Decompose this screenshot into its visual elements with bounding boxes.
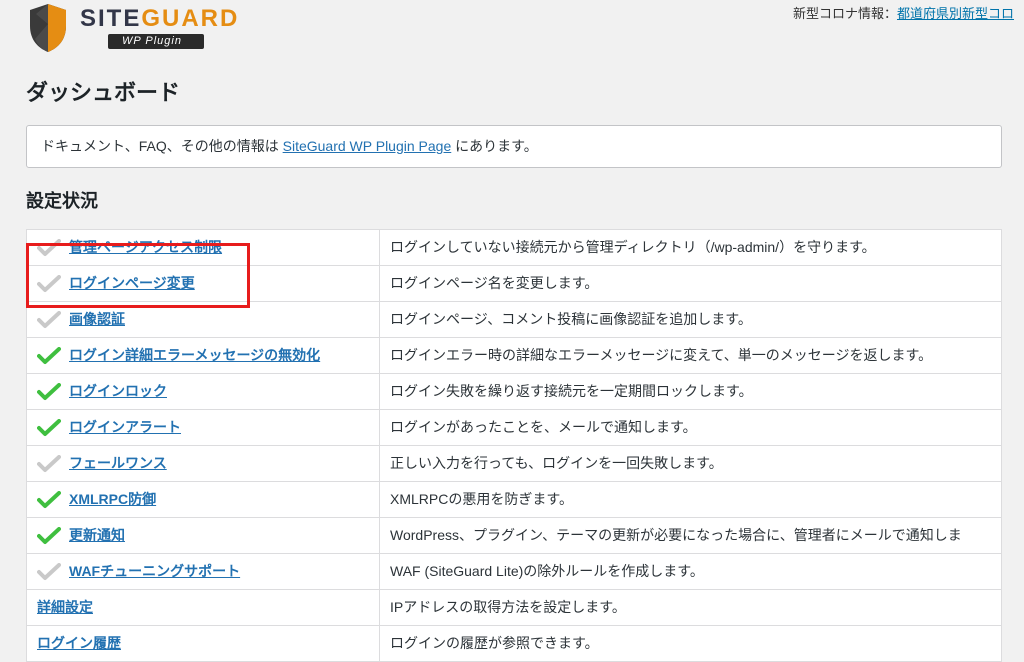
table-row: WAFチューニングサポート WAF (SiteGuard Lite)の除外ルールを…	[27, 554, 1002, 590]
table-row: XMLRPC防御 XMLRPCの悪用を防ぎます。	[27, 482, 1002, 518]
check-disabled-icon	[37, 275, 61, 293]
setting-name-cell: 画像認証	[27, 302, 380, 338]
table-row: ログインロック ログイン失敗を繰り返す接続元を一定期間ロックします。	[27, 374, 1002, 410]
table-row: ログインページ変更 ログインページ名を変更します。	[27, 266, 1002, 302]
topbar-label: 新型コロナ情報：	[793, 6, 897, 21]
setting-link[interactable]: 更新通知	[69, 525, 125, 546]
setting-name-cell: 詳細設定	[27, 590, 380, 626]
settings-table: 管理ページアクセス制限 ログインしていない接続元から管理ディレクトリ（/wp-ad…	[26, 229, 1002, 662]
setting-name-cell: フェールワンス	[27, 446, 380, 482]
setting-description: ログイン失敗を繰り返す接続元を一定期間ロックします。	[380, 374, 1002, 410]
notice-suffix: にあります。	[451, 138, 538, 154]
info-notice: ドキュメント、FAQ、その他の情報は SiteGuard WP Plugin P…	[26, 125, 1002, 168]
table-row: フェールワンス 正しい入力を行っても、ログインを一回失敗します。	[27, 446, 1002, 482]
setting-link[interactable]: 画像認証	[69, 309, 125, 330]
topbar-link[interactable]: 都道府県別新型コロ	[897, 6, 1014, 21]
setting-link[interactable]: 詳細設定	[37, 597, 93, 618]
setting-name-cell: ログインロック	[27, 374, 380, 410]
logo-text: SITEGUARD WP Plugin	[80, 7, 239, 49]
check-enabled-icon	[37, 419, 61, 437]
table-row: 管理ページアクセス制限 ログインしていない接続元から管理ディレクトリ（/wp-ad…	[27, 230, 1002, 266]
setting-link[interactable]: XMLRPC防御	[69, 489, 156, 510]
logo-subtitle: WP Plugin	[108, 34, 204, 49]
setting-name-cell: 更新通知	[27, 518, 380, 554]
setting-link[interactable]: ログインロック	[69, 381, 167, 402]
setting-name-cell: XMLRPC防御	[27, 482, 380, 518]
setting-description: ログインがあったことを、メールで通知します。	[380, 410, 1002, 446]
table-row: 更新通知 WordPress、プラグイン、テーマの更新が必要になった場合に、管理者…	[27, 518, 1002, 554]
setting-name-cell: 管理ページアクセス制限	[27, 230, 380, 266]
check-enabled-icon	[37, 527, 61, 545]
topbar-notice: 新型コロナ情報：都道府県別新型コロ	[793, 0, 1014, 24]
setting-link[interactable]: 管理ページアクセス制限	[69, 237, 222, 258]
check-enabled-icon	[37, 383, 61, 401]
check-disabled-icon	[37, 455, 61, 473]
check-enabled-icon	[37, 347, 61, 365]
notice-prefix: ドキュメント、FAQ、その他の情報は	[41, 138, 283, 154]
setting-link[interactable]: WAFチューニングサポート	[69, 561, 240, 582]
setting-description: XMLRPCの悪用を防ぎます。	[380, 482, 1002, 518]
setting-name-cell: WAFチューニングサポート	[27, 554, 380, 590]
setting-name-cell: ログインページ変更	[27, 266, 380, 302]
setting-description: WAF (SiteGuard Lite)の除外ルールを作成します。	[380, 554, 1002, 590]
setting-description: ログインの履歴が参照できます。	[380, 626, 1002, 662]
table-row: 画像認証 ログインページ、コメント投稿に画像認証を追加します。	[27, 302, 1002, 338]
table-row: ログイン詳細エラーメッセージの無効化 ログインエラー時の詳細なエラーメッセージに変…	[27, 338, 1002, 374]
logo-text-b: GUARD	[141, 5, 239, 32]
shield-icon	[26, 2, 70, 54]
page-title: ダッシュボード	[26, 76, 1002, 109]
check-disabled-icon	[37, 239, 61, 257]
table-row: ログイン履歴 ログインの履歴が参照できます。	[27, 626, 1002, 662]
section-title: 設定状況	[26, 188, 1002, 215]
setting-description: WordPress、プラグイン、テーマの更新が必要になった場合に、管理者にメール…	[380, 518, 1002, 554]
notice-link[interactable]: SiteGuard WP Plugin Page	[283, 138, 452, 154]
setting-description: 正しい入力を行っても、ログインを一回失敗します。	[380, 446, 1002, 482]
setting-description: IPアドレスの取得方法を設定します。	[380, 590, 1002, 626]
logo-text-a: SITE	[80, 5, 141, 32]
setting-name-cell: ログイン詳細エラーメッセージの無効化	[27, 338, 380, 374]
check-disabled-icon	[37, 311, 61, 329]
table-row: ログインアラート ログインがあったことを、メールで通知します。	[27, 410, 1002, 446]
setting-link[interactable]: ログインアラート	[69, 417, 181, 438]
setting-description: ログインページ、コメント投稿に画像認証を追加します。	[380, 302, 1002, 338]
check-disabled-icon	[37, 563, 61, 581]
setting-link[interactable]: フェールワンス	[69, 453, 167, 474]
setting-link[interactable]: ログイン詳細エラーメッセージの無効化	[69, 345, 320, 366]
setting-name-cell: ログインアラート	[27, 410, 380, 446]
setting-link[interactable]: ログインページ変更	[69, 273, 195, 294]
setting-description: ログインしていない接続元から管理ディレクトリ（/wp-admin/）を守ります。	[380, 230, 1002, 266]
setting-name-cell: ログイン履歴	[27, 626, 380, 662]
setting-description: ログインページ名を変更します。	[380, 266, 1002, 302]
check-enabled-icon	[37, 491, 61, 509]
setting-link[interactable]: ログイン履歴	[37, 633, 121, 654]
setting-description: ログインエラー時の詳細なエラーメッセージに変えて、単一のメッセージを返します。	[380, 338, 1002, 374]
table-row: 詳細設定 IPアドレスの取得方法を設定します。	[27, 590, 1002, 626]
